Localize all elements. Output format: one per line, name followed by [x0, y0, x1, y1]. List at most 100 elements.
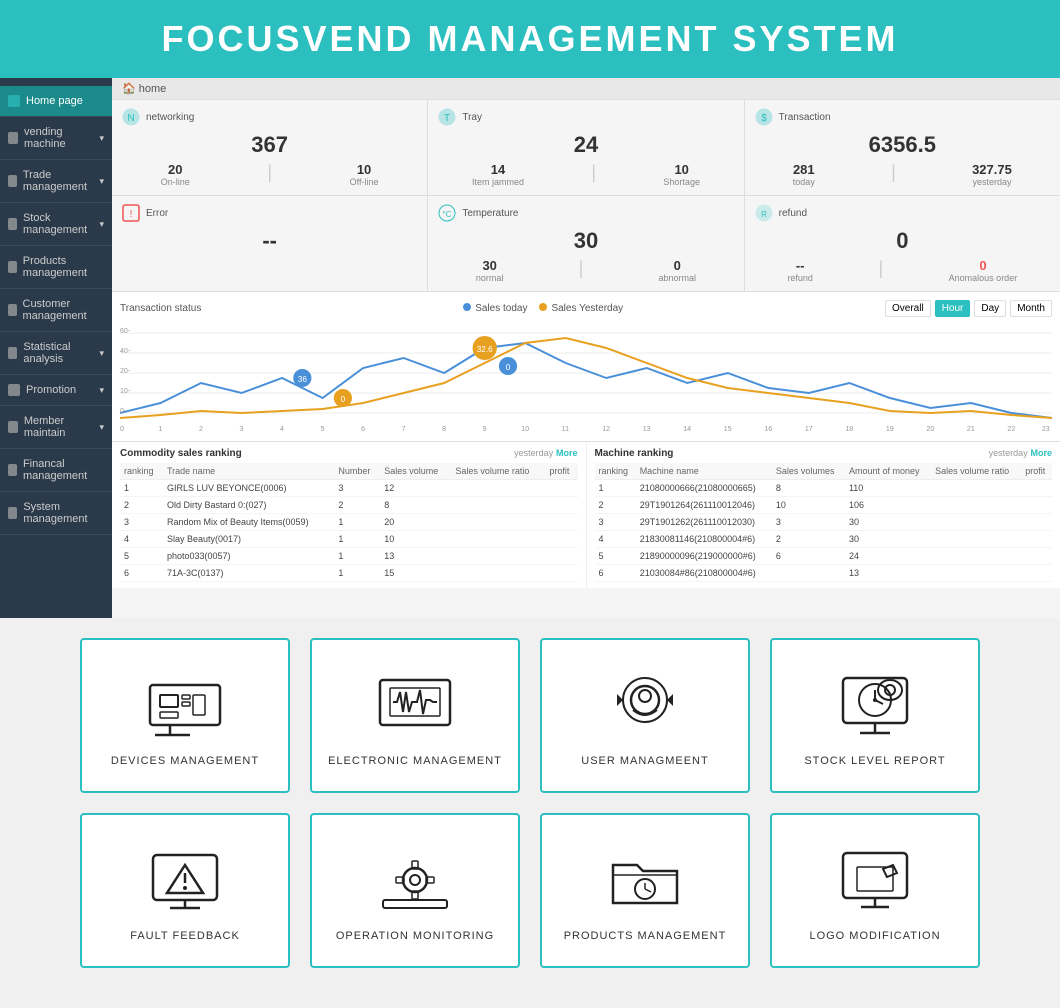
sidebar-item-stats[interactable]: Statistical analysis ▾: [0, 332, 112, 375]
sidebar-label: Stock management: [23, 212, 94, 236]
member-icon: [8, 421, 18, 433]
dashboard-content: 🏠 home N networking 367 20 On-line |: [112, 78, 1060, 618]
tile-devices-management[interactable]: DEVICES MANAGEMENT: [80, 638, 290, 793]
tiles-row-1: DEVICES MANAGEMENT ELECTRONIC MANAGEMENT: [60, 638, 1000, 793]
error-header: ! Error: [122, 204, 417, 222]
svg-text:32.6: 32.6: [477, 345, 493, 354]
transaction-header: $ Transaction: [755, 108, 1050, 126]
chart-controls: Overall Hour Day Month: [885, 300, 1052, 317]
refund-main-value: 0: [755, 228, 1050, 254]
breadcrumb: 🏠 home: [112, 78, 1060, 100]
tray-header: T Tray: [438, 108, 733, 126]
abnormal-temp: 0 abnormal: [659, 258, 697, 283]
svg-text:°C: °C: [443, 210, 452, 219]
temperature-icon: °C: [438, 204, 456, 222]
transaction-sub: 281 today | 327.75 yesterday: [755, 162, 1050, 187]
svg-text:2: 2: [199, 426, 203, 433]
commodity-title: Commodity sales ranking: [120, 448, 242, 459]
svg-text:16: 16: [764, 426, 772, 433]
machine-table-body: 121080000666(21080000665)8110229T1901264…: [595, 480, 1053, 582]
fault-icon: [145, 840, 225, 920]
chevron-icon: ▾: [99, 385, 104, 396]
yesterday-stat: 327.75 yesterday: [972, 162, 1012, 187]
sidebar-item-finance[interactable]: Financal management: [0, 449, 112, 492]
svg-text:R: R: [761, 210, 767, 219]
stats-row-1: N networking 367 20 On-line | 10 Off-lin…: [112, 100, 1060, 196]
svg-text:0: 0: [506, 363, 511, 372]
networking-header: N networking: [122, 108, 417, 126]
chart-btn-overall[interactable]: Overall: [885, 300, 931, 317]
svg-text:12: 12: [602, 426, 610, 433]
commodity-more-link[interactable]: More: [556, 448, 578, 458]
tile-fault-feedback[interactable]: FAULT FEEDBACK: [80, 813, 290, 968]
user-mgmt-icon: [605, 665, 685, 745]
sidebar-item-system[interactable]: System management: [0, 492, 112, 535]
sidebar-item-stock[interactable]: Stock management ▾: [0, 203, 112, 246]
table-row: 229T1901264(261110012046)10106: [595, 497, 1053, 514]
table-row: 1GIRLS LUV BEYONCE(0006)312: [120, 480, 578, 497]
chart-btn-hour[interactable]: Hour: [935, 300, 971, 317]
networking-main-value: 367: [122, 132, 417, 158]
svg-text:13: 13: [643, 426, 651, 433]
sidebar-item-member[interactable]: Member maintain ▾: [0, 406, 112, 449]
chevron-icon: ▾: [99, 219, 104, 230]
col-amount: Amount of money: [845, 463, 931, 480]
tile-user-management[interactable]: USER MANAGMEENT: [540, 638, 750, 793]
sidebar-item-home[interactable]: Home page: [0, 86, 112, 117]
stats-icon: [8, 347, 17, 359]
legend-yesterday: Sales Yesterday: [539, 303, 623, 314]
col-profit: profit: [1021, 463, 1052, 480]
sidebar-label: System management: [23, 501, 104, 525]
logo-mod-icon: [835, 840, 915, 920]
transaction-main-value: 6356.5: [755, 132, 1050, 158]
tray-main-value: 24: [438, 132, 733, 158]
svg-text:20: 20: [926, 426, 934, 433]
home-icon: [8, 95, 20, 107]
customer-icon: [8, 304, 17, 316]
col-machine-name: Machine name: [636, 463, 772, 480]
page-header: FOCUSVEND MANAGEMENT SYSTEM: [0, 0, 1060, 78]
electronic-management-label: ELECTRONIC MANAGEMENT: [328, 755, 502, 767]
table-row: 2Old Dirty Bastard 0:(027)28: [120, 497, 578, 514]
tile-logo-modification[interactable]: LOGO MODIFICATION: [770, 813, 980, 968]
svg-text:20-: 20-: [120, 368, 131, 375]
svg-text:4: 4: [280, 426, 284, 433]
svg-text:3: 3: [240, 426, 244, 433]
sidebar-item-products[interactable]: Products management: [0, 246, 112, 289]
tile-products-management[interactable]: PRODUCTS MANAGEMENT: [540, 813, 750, 968]
svg-text:T: T: [444, 113, 450, 124]
electronic-icon: [375, 665, 455, 745]
chart-btn-day[interactable]: Day: [974, 300, 1006, 317]
chart-header: Transaction status Sales today Sales Yes…: [120, 300, 1052, 317]
table-row: 5photo033(0057)113: [120, 548, 578, 565]
svg-text:19: 19: [886, 426, 894, 433]
app-title: FOCUSVEND MANAGEMENT SYSTEM: [18, 18, 1042, 60]
machine-more-link[interactable]: More: [1030, 448, 1052, 458]
sidebar-label: Customer management: [23, 298, 105, 322]
sidebar-item-promo[interactable]: Promotion ▾: [0, 375, 112, 406]
svg-text:23: 23: [1042, 426, 1050, 433]
tile-electronic-management[interactable]: ELECTRONIC MANAGEMENT: [310, 638, 520, 793]
svg-text:0: 0: [120, 426, 124, 433]
machine-table-header: Machine ranking yesterday More: [595, 448, 1053, 459]
commodity-table-body: 1GIRLS LUV BEYONCE(0006)3122Old Dirty Ba…: [120, 480, 578, 582]
tile-stock-level-report[interactable]: STOCK LEVEL REPORT: [770, 638, 980, 793]
networking-stat: N networking 367 20 On-line | 10 Off-lin…: [112, 100, 428, 195]
refund-sub: -- refund | 0 Anomalous order: [755, 258, 1050, 283]
tile-operation-monitoring[interactable]: OPERATION MONITORING: [310, 813, 520, 968]
svg-text:60-: 60-: [120, 328, 131, 335]
sidebar-item-customer[interactable]: Customer management: [0, 289, 112, 332]
svg-text:21: 21: [967, 426, 975, 433]
svg-text:11: 11: [562, 426, 569, 433]
table-header-row: ranking Trade name Number Sales volume S…: [120, 463, 578, 480]
sidebar-label: Trade management: [23, 169, 94, 193]
legend-today: Sales today: [463, 303, 527, 314]
operation-monitoring-label: OPERATION MONITORING: [336, 930, 494, 942]
sidebar-item-trade[interactable]: Trade management ▾: [0, 160, 112, 203]
chart-btn-month[interactable]: Month: [1010, 300, 1052, 317]
svg-text:9: 9: [483, 426, 487, 433]
chevron-icon: ▾: [99, 348, 104, 359]
sidebar-item-vending[interactable]: vending machine ▾: [0, 117, 112, 160]
temp-header: °C Temperature: [438, 204, 733, 222]
error-main-value: --: [122, 228, 417, 254]
